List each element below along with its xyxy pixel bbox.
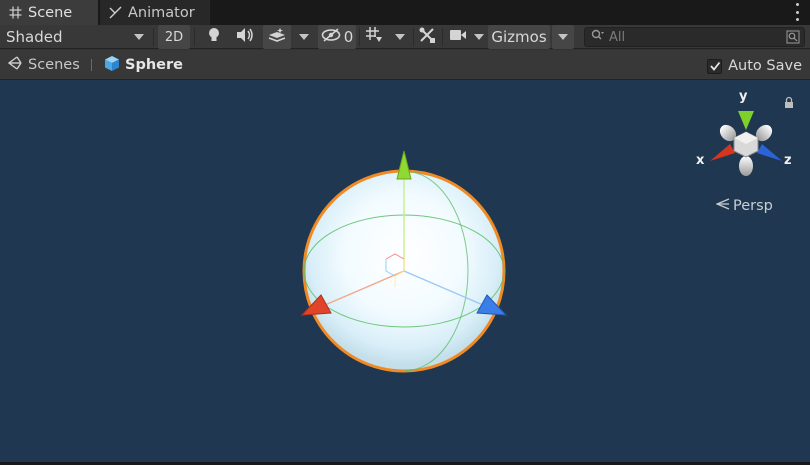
search-options-icon[interactable] <box>786 30 800 48</box>
eye-slash-icon <box>321 28 341 46</box>
auto-save-toggle[interactable]: Auto Save <box>707 55 802 77</box>
chevron-down-icon <box>474 34 484 40</box>
z-axis-cone-icon <box>757 144 782 161</box>
breadcrumb-sphere[interactable]: Sphere <box>104 50 183 80</box>
grid-toggle-button[interactable] <box>361 25 387 49</box>
y-axis-cone-icon <box>738 111 754 130</box>
effects-toggle-button[interactable] <box>263 25 291 49</box>
speaker-icon <box>235 27 255 47</box>
search-field[interactable] <box>584 27 805 47</box>
gizmos-dropdown[interactable] <box>552 25 574 49</box>
gizmo-x-label: x <box>696 153 705 168</box>
tools-button[interactable] <box>414 25 440 49</box>
x-axis-cone-icon <box>710 144 735 161</box>
perspective-icon <box>715 198 730 214</box>
gizmo-z-label: z <box>784 153 792 168</box>
search-icon <box>591 29 605 45</box>
lighting-toggle-button[interactable] <box>200 25 228 49</box>
scene-viewport[interactable]: y x z Persp <box>0 81 810 463</box>
animator-icon <box>108 6 122 20</box>
gizmo-y-label: y <box>739 89 748 104</box>
chevron-down-icon <box>395 34 405 40</box>
separator <box>153 28 154 46</box>
hidden-count: 0 <box>343 28 354 46</box>
unity-logo-icon <box>7 55 23 75</box>
grid-icon <box>8 6 22 20</box>
separator <box>194 28 195 46</box>
audio-toggle-button[interactable] <box>230 25 260 49</box>
auto-save-label: Auto Save <box>728 58 802 74</box>
hidden-objects-toggle-button[interactable]: 0 <box>318 25 356 49</box>
prefab-cube-icon <box>104 55 120 76</box>
tab-animator-label: Animator <box>128 4 195 21</box>
projection-toggle[interactable]: Persp <box>715 198 773 214</box>
effects-layers-icon <box>268 27 286 47</box>
chevron-down-icon <box>134 34 144 40</box>
more-options-icon[interactable] <box>794 3 800 21</box>
breadcrumb-scenes-label: Scenes <box>28 57 80 73</box>
gizmos-button[interactable]: Gizmos <box>488 25 550 49</box>
2d-toggle-button[interactable]: 2D <box>158 25 190 49</box>
tab-bar: Scene Animator <box>0 0 810 25</box>
tab-animator[interactable]: Animator <box>100 0 210 25</box>
grid-snap-icon <box>365 26 383 48</box>
auto-save-checkbox[interactable] <box>707 58 723 74</box>
separator <box>442 28 443 46</box>
tab-scene[interactable]: Scene <box>0 0 98 25</box>
breadcrumb-divider <box>91 59 92 71</box>
tab-scene-label: Scene <box>28 4 73 21</box>
draw-mode-dropdown[interactable]: Shaded <box>0 25 150 49</box>
tools-icon <box>418 26 436 48</box>
camera-dropdown[interactable] <box>470 25 488 49</box>
camera-icon <box>449 28 467 46</box>
gizmos-label: Gizmos <box>491 28 547 46</box>
orientation-gizmo[interactable] <box>710 111 782 176</box>
camera-button[interactable] <box>446 25 470 49</box>
lock-icon[interactable] <box>785 96 793 109</box>
grid-dropdown[interactable] <box>388 25 412 49</box>
projection-label: Persp <box>733 198 773 214</box>
scene-canvas <box>300 96 793 373</box>
separator <box>359 28 360 46</box>
draw-mode-label: Shaded <box>6 28 63 46</box>
chevron-down-icon <box>558 34 568 40</box>
breadcrumb: Scenes Sphere Auto Save <box>0 50 810 80</box>
search-input[interactable] <box>609 29 779 45</box>
chevron-down-icon <box>299 34 309 40</box>
effects-dropdown[interactable] <box>292 25 316 49</box>
2d-label: 2D <box>164 29 184 45</box>
breadcrumb-scenes[interactable]: Scenes <box>7 50 80 80</box>
y-axis-cone <box>396 150 412 180</box>
breadcrumb-sphere-label: Sphere <box>125 57 183 73</box>
scene-toolbar: Shaded 2D 0 Gizmos All <box>0 25 810 49</box>
checkmark-icon <box>709 61 720 71</box>
lightbulb-icon <box>207 27 221 47</box>
